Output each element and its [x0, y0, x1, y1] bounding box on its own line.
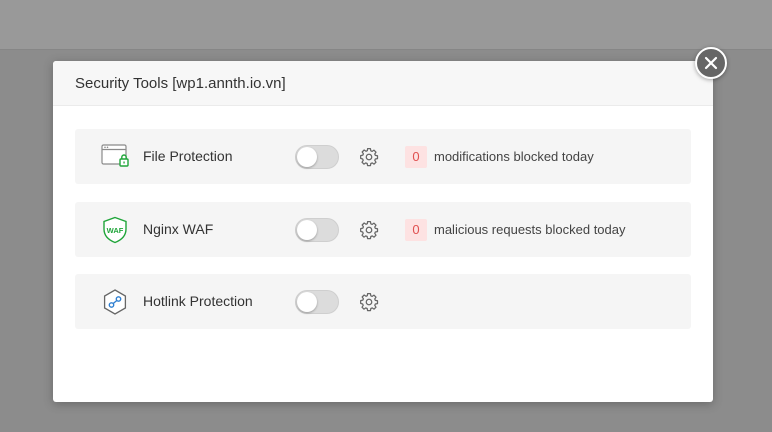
gear-icon[interactable] — [359, 220, 379, 240]
tool-name: Nginx WAF — [143, 221, 214, 237]
nginx-waf-toggle[interactable] — [295, 218, 339, 242]
hotlink-hexagon-icon — [101, 288, 129, 316]
toggle-knob — [297, 220, 317, 240]
tool-row-nginx-waf: WAF Nginx WAF 0 malicious requests block… — [75, 202, 691, 257]
blocked-count-badge: 0 — [405, 146, 427, 168]
blocked-count-label: modifications blocked today — [434, 149, 594, 164]
tool-name: File Protection — [143, 148, 233, 164]
gear-icon[interactable] — [359, 147, 379, 167]
toggle-knob — [297, 292, 317, 312]
tool-row-hotlink-protection: Hotlink Protection — [75, 274, 691, 329]
close-button[interactable] — [695, 47, 727, 79]
security-tools-modal: Security Tools [wp1.annth.io.vn] File Pr… — [53, 61, 713, 402]
tool-name: Hotlink Protection — [143, 293, 253, 309]
blocked-count-label: malicious requests blocked today — [434, 222, 626, 237]
toggle-knob — [297, 147, 317, 167]
file-lock-icon — [101, 143, 129, 171]
background-topbar — [0, 0, 772, 50]
tool-row-file-protection: File Protection 0 modifications blocked … — [75, 129, 691, 184]
gear-icon[interactable] — [359, 292, 379, 312]
waf-shield-icon: WAF — [101, 216, 129, 244]
file-protection-toggle[interactable] — [295, 145, 339, 169]
svg-text:WAF: WAF — [107, 226, 124, 235]
hotlink-protection-toggle[interactable] — [295, 290, 339, 314]
blocked-count-badge: 0 — [405, 219, 427, 241]
modal-header: Security Tools [wp1.annth.io.vn] — [53, 61, 713, 106]
modal-title: Security Tools [wp1.annth.io.vn] — [75, 74, 286, 92]
